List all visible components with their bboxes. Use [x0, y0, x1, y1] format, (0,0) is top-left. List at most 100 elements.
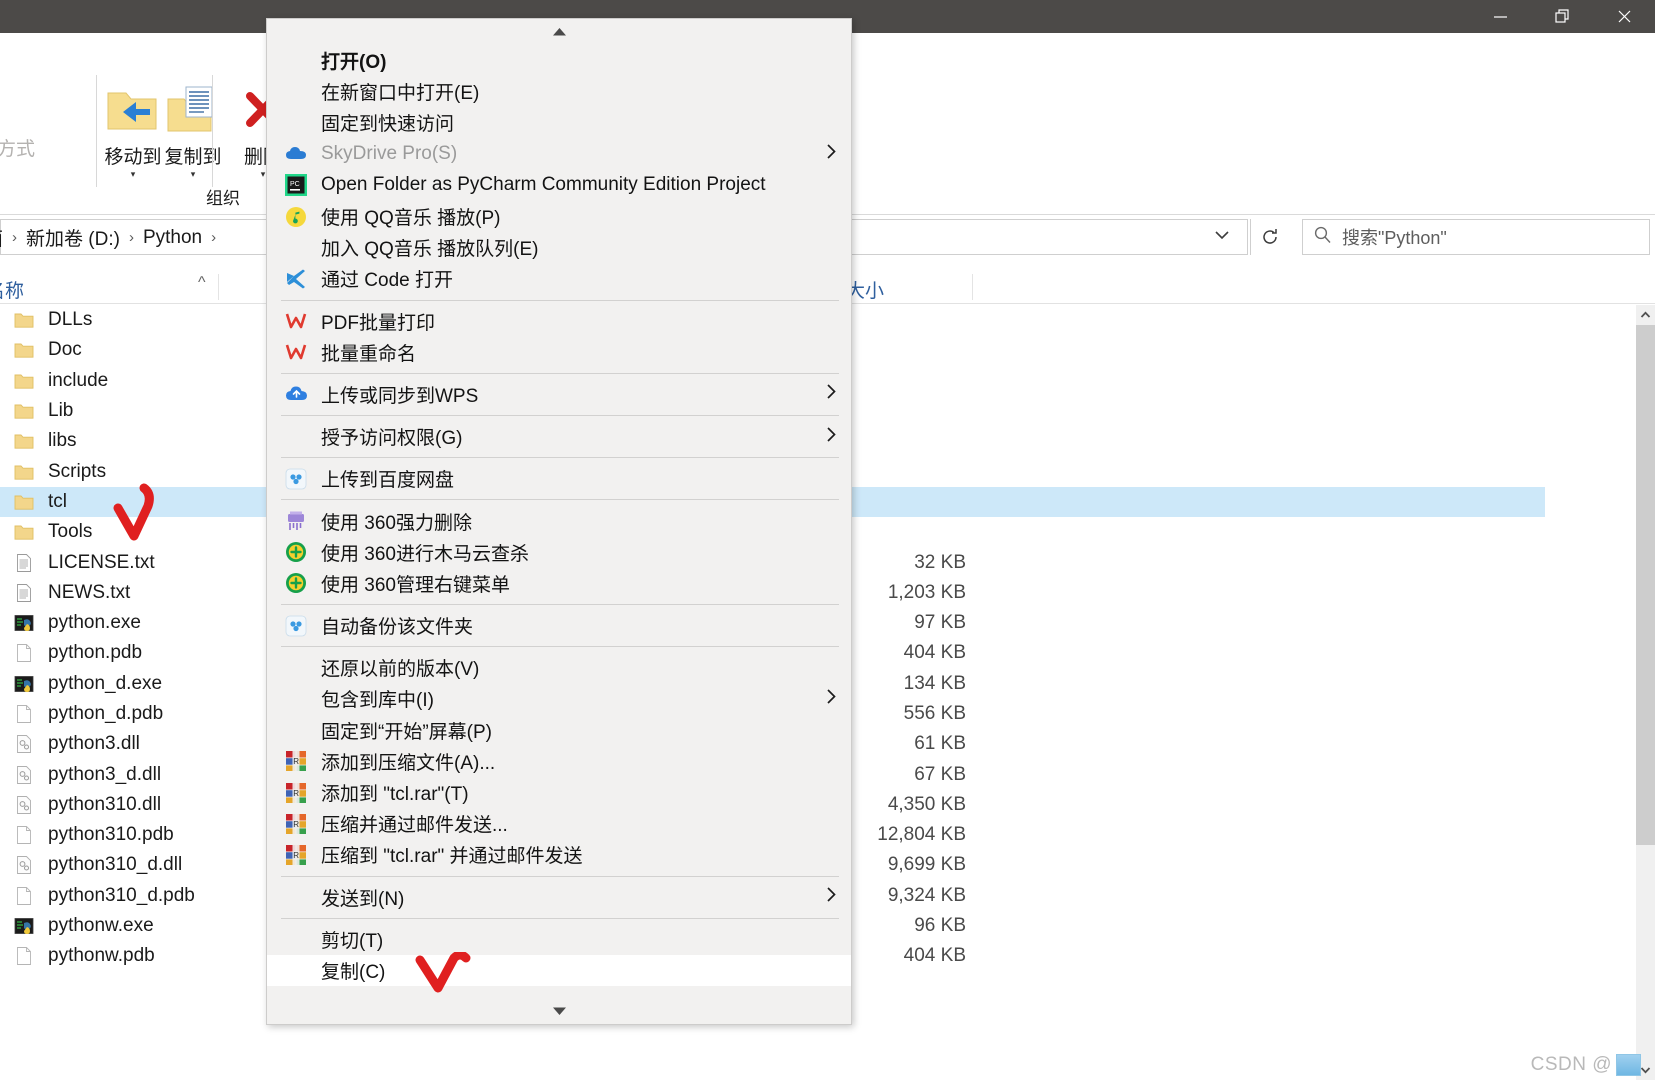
shred360-icon: [279, 510, 313, 532]
scroll-up-button[interactable]: [1636, 305, 1655, 325]
context-menu-item[interactable]: 加入 QQ音乐 播放队列(E): [267, 232, 851, 263]
cut-button[interactable]: 切: [0, 73, 95, 104]
file-name-label: Scripts: [48, 461, 106, 483]
file-name-label: NEWS.txt: [48, 582, 130, 604]
context-menu-item[interactable]: 自动备份该文件夹: [267, 610, 851, 641]
context-menu[interactable]: 打开(O)在新窗口中打开(E)固定到快速访问SkyDrive Pro(S)PCO…: [266, 18, 852, 1025]
context-menu-item[interactable]: 上传或同步到WPS: [267, 379, 851, 410]
context-menu-item-label: 打开(O): [321, 47, 386, 74]
minimize-button[interactable]: [1469, 0, 1531, 33]
refresh-button[interactable]: [1250, 219, 1288, 255]
text-file-icon: [14, 553, 34, 573]
copy-path-button[interactable]: 制路径: [0, 104, 95, 135]
qq-music-icon: [285, 206, 307, 228]
blank-file-icon: [14, 825, 34, 845]
context-menu-item[interactable]: 使用 QQ音乐 播放(P): [267, 201, 851, 232]
context-menu-item[interactable]: 在新窗口中打开(E): [267, 76, 851, 107]
file-name-cell: DLLs: [14, 309, 92, 331]
menu-separator: [281, 373, 839, 374]
svg-text:PC: PC: [290, 181, 300, 188]
watermark-text: CSDN @: [1531, 1054, 1612, 1076]
context-menu-item[interactable]: 固定到快速访问: [267, 107, 851, 138]
context-menu-item[interactable]: 剪切(T): [267, 924, 851, 955]
file-name-cell: Lib: [14, 400, 73, 422]
context-menu-item[interactable]: R压缩并通过邮件发送...: [267, 808, 851, 839]
context-menu-item[interactable]: PDF批量打印: [267, 306, 851, 337]
context-menu-scroll-up[interactable]: [267, 19, 851, 45]
file-name-label: python310_d.dll: [48, 854, 182, 876]
restore-button[interactable]: [1531, 0, 1593, 33]
file-name-label: python.exe: [48, 612, 141, 634]
chevron-right-icon: [825, 143, 837, 165]
context-menu-item-label: 剪切(T): [321, 926, 383, 953]
column-header-name[interactable]: 名称: [0, 276, 24, 303]
address-dropdown-button[interactable]: [1212, 226, 1232, 247]
dll-file-icon: [14, 765, 34, 785]
context-menu-item-label: 复制(C): [321, 957, 385, 984]
file-name-label: pythonw.exe: [48, 915, 154, 937]
breadcrumb-item-0[interactable]: 面: [0, 224, 3, 251]
close-button[interactable]: [1593, 0, 1655, 33]
context-menu-item[interactable]: R压缩到 "tcl.rar" 并通过邮件发送: [267, 839, 851, 870]
context-menu-item[interactable]: 复制(C): [267, 955, 851, 986]
context-menu-item[interactable]: 固定到“开始”屏幕(P): [267, 715, 851, 746]
context-menu-item[interactable]: 使用 360强力删除: [267, 505, 851, 536]
winrar-icon: R: [285, 844, 307, 866]
skydrive-icon: [285, 145, 308, 163]
folder-icon: [14, 371, 34, 391]
winrar-icon: R: [279, 782, 313, 804]
pycharm-icon: PC: [285, 174, 307, 196]
skydrive-icon: [279, 143, 313, 165]
breadcrumb-item-2[interactable]: Python: [143, 227, 202, 249]
file-name-cell: python310_d.dll: [14, 854, 182, 876]
safe360-icon: [279, 572, 313, 594]
context-menu-item[interactable]: PCOpen Folder as PyCharm Community Editi…: [267, 170, 851, 201]
context-menu-item-label: 使用 360进行木马云查杀: [321, 539, 529, 566]
search-icon: [1313, 225, 1332, 249]
folder-icon: [14, 310, 34, 330]
search-input[interactable]: 搜索"Python": [1342, 224, 1447, 250]
context-menu-item[interactable]: 使用 360管理右键菜单: [267, 568, 851, 599]
file-name-label: python310.dll: [48, 794, 161, 816]
menu-icon-placeholder: [279, 928, 313, 950]
copy-to-button[interactable]: 复制到 ▾: [158, 79, 228, 178]
context-menu-item[interactable]: R添加到 "tcl.rar"(T): [267, 777, 851, 808]
scrollbar-thumb[interactable]: [1636, 325, 1655, 845]
chevron-down-icon[interactable]: ▾: [158, 171, 228, 178]
vscode-icon: [285, 268, 307, 290]
menu-separator: [281, 918, 839, 919]
context-menu-item[interactable]: 打开(O): [267, 45, 851, 76]
context-menu-item[interactable]: 授予访问权限(G): [267, 421, 851, 452]
file-name-label: python_d.exe: [48, 673, 162, 695]
context-menu-item[interactable]: 使用 360进行木马云查杀: [267, 537, 851, 568]
context-menu-item[interactable]: R添加到压缩文件(A)...: [267, 746, 851, 777]
folder-icon: [14, 462, 34, 482]
context-menu-item[interactable]: 发送到(N): [267, 882, 851, 913]
context-menu-item[interactable]: 还原以前的版本(V): [267, 652, 851, 683]
file-name-label: DLLs: [48, 309, 92, 331]
breadcrumb-separator-icon[interactable]: ›: [129, 229, 134, 246]
context-menu-item[interactable]: SkyDrive Pro(S): [267, 139, 851, 170]
context-menu-item-label: 授予访问权限(G): [321, 423, 462, 450]
organise-group: 移动到 ▾: [98, 69, 248, 215]
context-menu-item[interactable]: 通过 Code 打开: [267, 263, 851, 294]
file-name-cell: LICENSE.txt: [14, 552, 155, 574]
file-name-cell: Scripts: [14, 461, 106, 483]
column-divider[interactable]: [972, 274, 973, 300]
column-divider[interactable]: [218, 274, 219, 300]
search-box[interactable]: 搜索"Python": [1302, 219, 1650, 255]
context-menu-item[interactable]: 批量重命名: [267, 337, 851, 368]
breadcrumb-separator-icon[interactable]: ›: [211, 229, 216, 246]
copy-to-icon: [158, 79, 228, 141]
context-menu-item-label: 还原以前的版本(V): [321, 654, 479, 681]
context-menu-item[interactable]: 上传到百度网盘: [267, 463, 851, 494]
breadcrumb-separator-icon[interactable]: ›: [12, 229, 17, 246]
file-name-cell: Doc: [14, 339, 82, 361]
context-menu-item[interactable]: 包含到库中(I): [267, 683, 851, 714]
winrar-icon: R: [285, 813, 307, 835]
vertical-scrollbar[interactable]: [1636, 305, 1655, 1080]
breadcrumb-item-1[interactable]: 新加卷 (D:): [26, 224, 120, 251]
context-menu-item-label: 批量重命名: [321, 339, 416, 366]
context-menu-item-label: 自动备份该文件夹: [321, 612, 473, 639]
context-menu-scroll-down[interactable]: [267, 998, 851, 1024]
